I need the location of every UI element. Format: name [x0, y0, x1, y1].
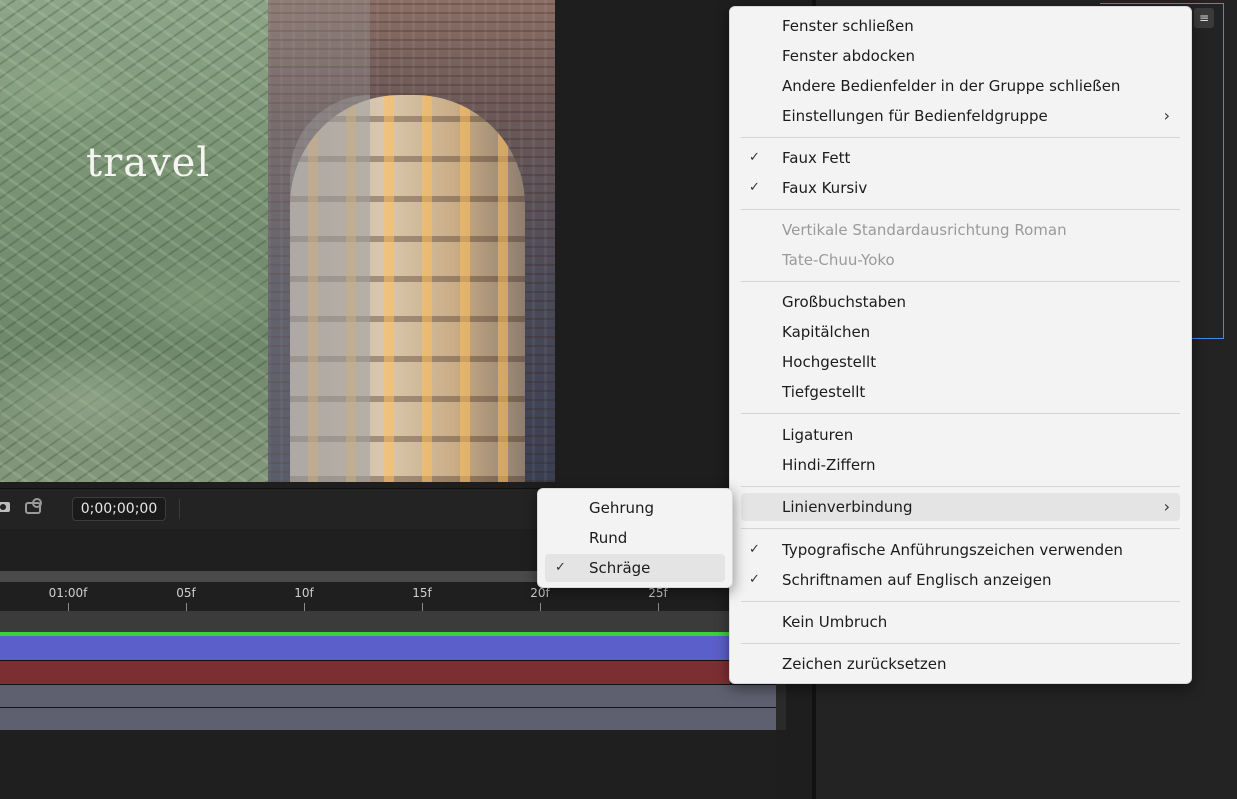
menu-item-tate-chuu-yoko: Tate-Chuu-Yoko	[782, 251, 895, 269]
menu-item-close-other-panels[interactable]: Andere Bedienfelder in der Gruppe schlie…	[741, 72, 1180, 100]
line-join-submenu: Gehrung Rund ✓ Schräge	[537, 488, 733, 588]
ruler-tick	[68, 603, 69, 611]
ruler-tick	[422, 603, 423, 611]
show-snapshot-icon[interactable]	[24, 498, 44, 516]
menu-item-vertical-roman-alignment: Vertikale Standardausrichtung Roman	[782, 221, 1067, 239]
panel-context-menu: Fenster schließen Fenster abdocken Ander…	[729, 6, 1192, 684]
menu-item-all-caps[interactable]: Großbuchstaben	[741, 288, 1180, 316]
composition-preview[interactable]: travel	[0, 0, 555, 482]
menu-item-font-names-english[interactable]: ✓ Schriftnamen auf Englisch anzeigen	[741, 566, 1180, 594]
building-dim	[290, 95, 370, 482]
menu-item-subscript[interactable]: Tiefgestellt	[741, 378, 1180, 406]
layer-bar-slate[interactable]	[0, 684, 776, 707]
menu-item-reset-character[interactable]: Zeichen zurücksetzen	[741, 650, 1180, 678]
ruler-tick-label: 25f	[648, 586, 668, 600]
ruler-tick	[658, 603, 659, 611]
ruler-tick-label: 20f	[530, 586, 550, 600]
menu-separator	[741, 601, 1180, 602]
menu-separator	[741, 643, 1180, 644]
menu-item-small-caps[interactable]: Kapitälchen	[741, 318, 1180, 346]
menu-item-ligatures[interactable]: Ligaturen	[741, 421, 1180, 449]
snapshot-camera-icon[interactable]	[0, 500, 10, 512]
menu-item-superscript[interactable]: Hochgestellt	[741, 348, 1180, 376]
menu-separator	[741, 281, 1180, 282]
checkmark-icon: ✓	[749, 572, 760, 587]
overlay-title-text: travel	[86, 140, 211, 186]
menu-item-hindi-digits[interactable]: Hindi-Ziffern	[741, 451, 1180, 479]
menu-separator	[741, 486, 1180, 487]
timeline-track-header	[0, 611, 730, 632]
chevron-right-icon: ›	[1163, 106, 1170, 125]
checkmark-icon: ✓	[749, 542, 760, 557]
ruler-tick-label: 01:00f	[48, 586, 88, 600]
menu-item-line-join[interactable]: Linienverbindung ›	[741, 493, 1180, 521]
layer-bar-slate[interactable]	[0, 707, 776, 730]
checkmark-icon: ✓	[749, 180, 760, 195]
menu-item-no-break[interactable]: Kein Umbruch	[741, 608, 1180, 636]
ruler-tick	[304, 603, 305, 611]
menu-item-faux-italic[interactable]: ✓ Faux Kursiv	[741, 174, 1180, 202]
menu-separator	[741, 528, 1180, 529]
menu-item-faux-bold[interactable]: ✓ Faux Fett	[741, 144, 1180, 172]
menu-item-panel-group-settings[interactable]: Einstellungen für Bedienfeldgruppe ›	[741, 102, 1180, 130]
ruler-tick	[186, 603, 187, 611]
checkmark-icon: ✓	[749, 150, 760, 165]
layer-bar-red[interactable]	[0, 660, 730, 685]
ruler-tick-label: 15f	[412, 586, 432, 600]
submenu-item-bevel[interactable]: ✓ Schräge	[545, 554, 725, 582]
chevron-right-icon: ›	[1163, 497, 1170, 516]
ruler-tick-label: 10f	[294, 586, 314, 600]
checkmark-icon: ✓	[555, 560, 566, 575]
menu-separator	[741, 137, 1180, 138]
ruler-tick-label: 05f	[176, 586, 196, 600]
current-time-display[interactable]: 0;00;00;00	[72, 497, 166, 521]
layer-bar-blue[interactable]	[0, 636, 730, 660]
submenu-item-round[interactable]: Rund	[545, 524, 725, 552]
submenu-item-miter[interactable]: Gehrung	[545, 494, 725, 522]
ruler-tick	[540, 603, 541, 611]
menu-separator	[741, 209, 1180, 210]
menu-item-undock-window[interactable]: Fenster abdocken	[741, 42, 1180, 70]
menu-separator	[741, 413, 1180, 414]
jungle-footage	[0, 0, 268, 482]
hamburger-icon[interactable]: ≡	[1194, 8, 1214, 28]
menu-item-typographic-quotes[interactable]: ✓ Typografische Anführungszeichen verwen…	[741, 536, 1180, 564]
toolbar-divider	[179, 499, 180, 519]
menu-item-close-window[interactable]: Fenster schließen	[741, 12, 1180, 40]
